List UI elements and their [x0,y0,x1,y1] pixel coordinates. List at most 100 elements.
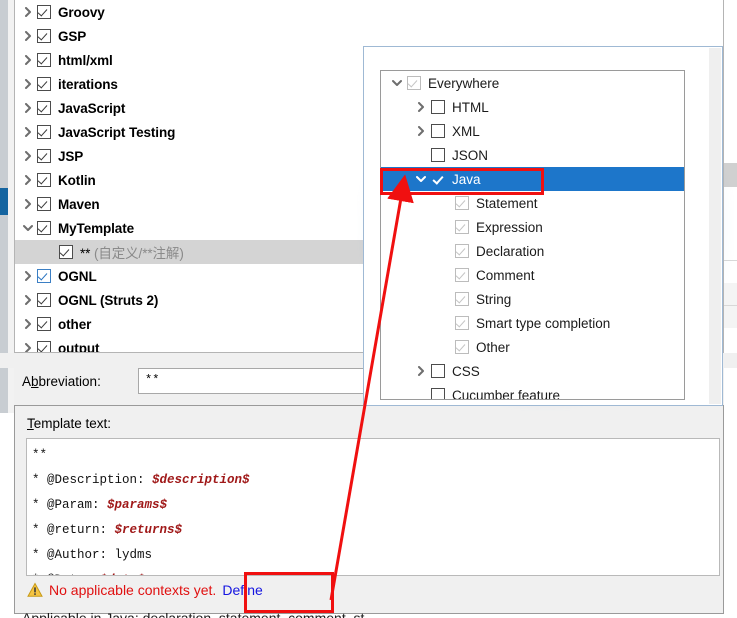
checkbox-icon[interactable] [431,100,445,114]
checkbox-icon[interactable] [431,364,445,378]
checkbox-icon[interactable] [455,244,469,258]
checkbox-icon[interactable] [37,149,51,163]
context-row[interactable]: Java [381,167,684,191]
checkbox-icon[interactable] [37,77,51,91]
context-row[interactable]: Cucumber feature [381,383,684,399]
checkbox-icon[interactable] [37,101,51,115]
chevron-right-icon[interactable] [411,95,431,119]
dialog-left-scrollbar-track[interactable] [0,0,8,413]
context-row[interactable]: XML [381,119,684,143]
checkbox-icon[interactable] [37,317,51,331]
spacer-icon [435,191,455,215]
contexts-tree[interactable]: Everywhere HTML XML JSON Java Statement Expres… [380,70,685,400]
chevron-down-icon[interactable] [19,216,37,240]
spacer-icon [435,335,455,359]
chevron-down-icon[interactable] [387,71,407,95]
context-row[interactable]: Expression [381,215,684,239]
template-text-line: * @Date: $date$ [32,568,719,575]
chevron-right-icon[interactable] [411,119,431,143]
define-context-link[interactable]: Define [222,582,262,598]
checkbox-icon[interactable] [455,316,469,330]
chevron-right-icon[interactable] [19,0,37,24]
checkbox-icon[interactable] [455,268,469,282]
checkbox-icon[interactable] [37,5,51,19]
popup-scrollbar[interactable] [709,48,721,404]
chevron-right-icon[interactable] [19,24,37,48]
tree-row-label: other [58,316,92,332]
context-row[interactable]: HTML [381,95,684,119]
checkbox-icon[interactable] [59,245,73,259]
checkbox-icon[interactable] [37,29,51,43]
context-row-label: CSS [452,363,480,379]
chevron-right-icon[interactable] [19,264,37,288]
chevron-right-icon[interactable] [19,336,37,352]
chevron-right-icon[interactable] [19,96,37,120]
spacer-icon [411,143,431,167]
context-row[interactable]: Declaration [381,239,684,263]
context-row[interactable]: Other [381,335,684,359]
context-row-label: Statement [476,195,538,211]
checkbox-icon[interactable] [431,172,445,186]
tree-row-label: Kotlin [58,172,96,188]
spacer-icon [435,239,455,263]
chevron-right-icon[interactable] [19,120,37,144]
chevron-down-icon[interactable] [411,167,431,191]
context-row[interactable]: Everywhere [381,71,684,95]
checkbox-icon[interactable] [37,125,51,139]
context-row-label: Comment [476,267,535,283]
checkbox-icon[interactable] [37,221,51,235]
template-text-line: * @return: $returns$ [32,518,719,543]
context-status-message: No applicable contexts yet. [49,582,217,598]
context-row-label: JSON [452,147,489,163]
template-text-line: * @Author: lydms [32,543,719,568]
tree-row-label: JavaScript Testing [58,124,176,140]
tree-row-label: JSP [58,148,84,164]
chevron-right-icon[interactable] [19,288,37,312]
chevron-right-icon[interactable] [19,48,37,72]
context-row[interactable]: Statement [381,191,684,215]
checkbox-icon[interactable] [455,292,469,306]
context-row-label: HTML [452,99,489,115]
template-literal: * @Param: [32,498,108,512]
checkbox-icon[interactable] [431,148,445,162]
tree-row-label: GSP [58,28,87,44]
checkbox-icon[interactable] [407,76,421,90]
checkbox-icon[interactable] [37,341,51,352]
context-row[interactable]: Comment [381,263,684,287]
abbreviation-input[interactable]: ** [138,368,366,394]
checkbox-icon[interactable] [455,340,469,354]
spacer-icon [435,263,455,287]
dialog-left-scrollbar-thumb[interactable] [0,188,8,215]
checkbox-icon[interactable] [431,388,445,399]
checkbox-icon[interactable] [37,197,51,211]
template-variable: $date$ [100,573,145,575]
chevron-right-icon[interactable] [19,312,37,336]
checkbox-icon[interactable] [37,173,51,187]
template-text-editor[interactable]: ** * @Description: $description$ * @Param:… [26,438,720,576]
context-row-label: String [476,291,512,307]
chevron-right-icon[interactable] [411,359,431,383]
applicable-contexts-popup[interactable]: Everywhere HTML XML JSON Java Statement Expres… [363,46,723,406]
chevron-right-icon[interactable] [19,192,37,216]
chevron-right-icon[interactable] [19,72,37,96]
tree-row-label: output [58,340,100,353]
chevron-right-icon[interactable] [19,144,37,168]
tree-row[interactable]: Groovy [15,0,723,24]
checkbox-icon[interactable] [431,124,445,138]
context-row[interactable]: CSS [381,359,684,383]
context-row[interactable]: Smart type completion [381,311,684,335]
context-row[interactable]: JSON [381,143,684,167]
context-row[interactable]: String [381,287,684,311]
checkbox-icon[interactable] [455,220,469,234]
checkbox-icon[interactable] [37,269,51,283]
template-text-line: * @Description: $description$ [32,468,719,493]
template-variable: $returns$ [114,523,183,537]
context-row-label: Other [476,339,510,355]
checkbox-icon[interactable] [37,53,51,67]
tree-row-label: JavaScript [58,100,126,116]
checkbox-icon[interactable] [37,293,51,307]
template-text-line: ** [32,443,719,468]
checkbox-icon[interactable] [455,196,469,210]
chevron-right-icon[interactable] [19,168,37,192]
context-row-label: XML [452,123,480,139]
